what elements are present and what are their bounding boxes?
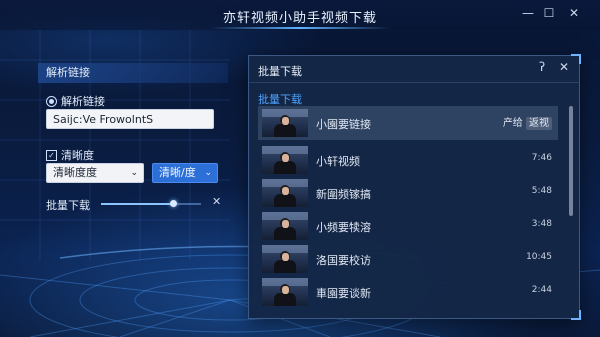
corner-accent — [571, 310, 581, 320]
batch-label: 批量下载 — [46, 199, 90, 212]
list-item[interactable]: 車園要谈新 2:44 — [258, 275, 558, 309]
batch-download-row: 批量下载 ✕ — [46, 195, 222, 212]
video-thumbnail — [262, 245, 308, 273]
video-title: 洛国要校访 — [316, 254, 371, 267]
minimize-icon[interactable]: — — [519, 4, 537, 22]
quality-button-label: 清晰/度 — [159, 166, 196, 179]
quality-button[interactable]: 清晰/度 ⌄ — [152, 163, 218, 183]
help-icon[interactable]: ʔ — [539, 60, 545, 74]
chevron-down-icon: ⌄ — [204, 168, 212, 178]
scrollbar-thumb[interactable] — [569, 106, 573, 216]
video-duration: 10:45 — [526, 252, 552, 262]
dialog-title: 批量下载 — [258, 65, 302, 78]
video-thumbnail — [262, 146, 308, 174]
list-item[interactable]: 洛国要校访 10:45 — [258, 242, 558, 276]
video-list: 小園要链接 产给 返视 小轩视频 7:46 新圍频镓搞 5:48 小频要犊溶 3… — [258, 106, 566, 311]
dialog-header: 批量下载 ʔ ✕ — [249, 56, 579, 83]
checkbox-icon[interactable]: ✓ — [46, 149, 57, 161]
quality-select-value: 清晰度度 — [53, 166, 97, 179]
parse-link-panel: 解析链接 解析链接 Saijc:Ve FrowolntS ✓ 清晰度 清晰度度 … — [38, 63, 228, 223]
video-thumbnail — [262, 278, 308, 306]
quality-select[interactable]: 清晰度度 ⌄ — [46, 163, 144, 183]
maximize-icon[interactable]: ☐ — [540, 4, 558, 22]
link-label: 解析链接 — [61, 95, 105, 108]
dialog-subtitle: 批量下载 — [258, 93, 302, 106]
list-item[interactable]: 小轩视频 7:46 — [258, 143, 558, 177]
link-input[interactable]: Saijc:Ve FrowolntS — [46, 109, 214, 129]
list-item[interactable]: 新圍频镓搞 5:48 — [258, 176, 558, 210]
list-item[interactable]: 小频要犊溶 3:48 — [258, 209, 558, 243]
batch-download-dialog: 批量下载 ʔ ✕ 批量下载 小園要链接 产给 返视 小轩视频 7:46 新圍频镓… — [248, 54, 581, 320]
video-duration: 3:48 — [531, 219, 552, 229]
action-button[interactable]: 返视 — [526, 117, 552, 130]
close-icon[interactable]: ✕ — [212, 195, 221, 208]
video-duration: 2:44 — [531, 285, 552, 295]
action-button[interactable]: 产给 — [503, 118, 523, 129]
video-title: 小轩视频 — [316, 155, 360, 168]
scrollbar[interactable] — [569, 106, 574, 311]
batch-slider-handle[interactable] — [170, 200, 177, 207]
batch-slider-fill — [101, 203, 173, 205]
row-actions: 产给 返视 — [503, 114, 552, 130]
batch-slider[interactable] — [101, 200, 201, 207]
video-duration: 7:46 — [531, 153, 552, 163]
close-icon[interactable]: ✕ — [565, 4, 583, 22]
app-title: 亦轩视频小助手视频下载 — [222, 11, 377, 26]
corner-accent — [571, 54, 581, 64]
chevron-down-icon: ⌄ — [130, 168, 138, 178]
video-duration: 5:48 — [531, 186, 552, 196]
panel-header: 解析链接 — [38, 63, 228, 83]
video-thumbnail — [262, 212, 308, 240]
video-thumbnail — [262, 179, 308, 207]
quality-label-row: ✓ 清晰度 — [46, 147, 94, 163]
video-thumbnail — [262, 109, 308, 137]
title-glow — [210, 27, 390, 29]
video-title: 車園要谈新 — [316, 287, 371, 300]
title-bar: 亦轩视频小助手视频下载 — ☐ ✕ — [0, 0, 600, 30]
list-item[interactable]: 小園要链接 产给 返视 — [258, 106, 558, 140]
link-label-row: 解析链接 — [46, 93, 105, 109]
video-title: 小频要犊溶 — [316, 221, 371, 234]
radio-icon[interactable] — [46, 95, 57, 107]
quality-label: 清晰度 — [61, 149, 94, 162]
video-title: 新圍频镓搞 — [316, 188, 371, 201]
video-title: 小園要链接 — [316, 118, 371, 131]
close-icon[interactable]: ✕ — [559, 60, 569, 74]
